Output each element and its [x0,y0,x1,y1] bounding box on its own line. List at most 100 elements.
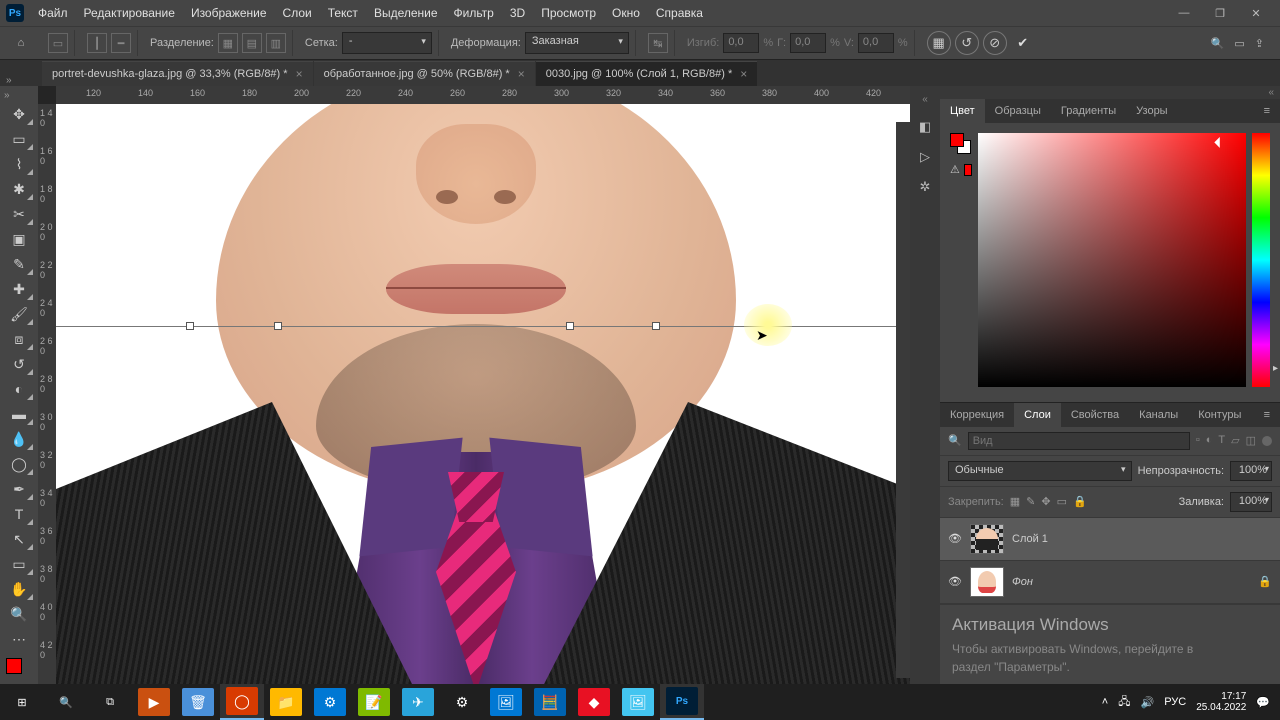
menu-select[interactable]: Выделение [366,2,446,24]
doc-tab-1[interactable]: portret-devushka-glaza.jpg @ 33,3% (RGB/… [42,61,313,86]
start-button[interactable]: ⊞ [0,684,44,720]
reset-icon[interactable]: ↺ [955,31,979,55]
visibility-icon[interactable]: 👁 [948,575,962,588]
notifications-icon[interactable]: 💬 [1256,696,1270,709]
split-h-icon[interactable]: ┃ [87,33,107,53]
lock-nest-icon[interactable]: ▭ [1057,495,1067,508]
arrange-icon[interactable]: ▭ [1234,37,1244,50]
home-icon[interactable]: ⌂ [6,30,36,56]
tab-properties[interactable]: Свойства [1061,403,1129,427]
layer-item[interactable]: 👁 Слой 1 [940,518,1280,561]
menu-image[interactable]: Изображение [183,2,275,24]
eyedropper-tool[interactable]: ✎ [4,252,34,276]
more-tools[interactable]: ⋯ [4,627,34,651]
stamp-tool[interactable]: ⧈ [4,327,34,351]
color-swatches[interactable] [6,658,32,684]
history-icon[interactable]: ◧ [919,119,931,135]
split-mode-1[interactable]: ▦ [218,33,238,53]
window-maximize[interactable]: ❐ [1202,2,1238,24]
zoom-tool[interactable]: 🔍 [4,602,34,626]
taskbar-app-photoshop[interactable]: Ps [660,684,704,720]
taskbar-app[interactable]: ◆ [572,684,616,720]
scrollbar-vertical[interactable] [896,122,910,678]
search-icon[interactable]: 🔍 [1211,37,1225,50]
taskbar-app[interactable]: ⚙ [440,684,484,720]
filter-toggle[interactable] [1262,436,1272,446]
menu-view[interactable]: Просмотр [533,2,604,24]
brush-settings-icon[interactable]: ✲ [920,179,931,195]
tab-swatches[interactable]: Образцы [985,99,1051,123]
path-tool[interactable]: ↖ [4,527,34,551]
lock-trans-icon[interactable]: ▦ [1010,495,1020,508]
share-icon[interactable]: ⇪ [1255,37,1264,50]
canvas[interactable]: ➤ [56,104,910,692]
doc-tab-3[interactable]: 0030.jpg @ 100% (Слой 1, RGB/8#) *× [536,61,758,86]
doc-tab-2[interactable]: обработанное.jpg @ 50% (RGB/8#) *× [314,61,535,86]
taskbar-app[interactable]: 📝 [352,684,396,720]
menu-help[interactable]: Справка [648,2,711,24]
filter-pixel-icon[interactable]: ▫ [1196,434,1200,447]
lock-pos-icon[interactable]: ✥ [1041,495,1050,508]
commit-transform-icon[interactable]: ✔ [1011,31,1035,55]
hdist-input[interactable]: 0,0 [790,33,826,53]
type-tool[interactable]: T [4,502,34,526]
grid-select[interactable]: - [342,32,432,54]
taskbar-app[interactable]: 🗑 [176,684,220,720]
close-icon[interactable]: × [296,67,303,81]
filter-type-icon[interactable]: T [1218,434,1225,447]
crop-tool[interactable]: ✂ [4,202,34,226]
tab-layers[interactable]: Слои [1014,403,1061,427]
dodge-tool[interactable]: ◯ [4,452,34,476]
taskbar-app[interactable]: 🖼 [484,684,528,720]
blend-mode-select[interactable]: Обычные [948,461,1132,481]
actions-icon[interactable]: ▷ [920,149,930,165]
filter-shape-icon[interactable]: ▱ [1231,434,1239,447]
gradient-tool[interactable]: ▬ [4,402,34,426]
tray-language[interactable]: РУС [1164,696,1186,708]
blur-tool[interactable]: 💧 [4,427,34,451]
taskbar-app[interactable]: 📁 [264,684,308,720]
filter-adjust-icon[interactable]: ◐ [1206,434,1213,447]
hue-slider[interactable] [1252,133,1270,387]
vdist-input[interactable]: 0,0 [858,33,894,53]
ruler-horizontal[interactable]: 120140 160180 200220 240260 280300 32034… [56,86,910,104]
menu-window[interactable]: Окно [604,2,648,24]
lasso-tool[interactable]: ⌇ [4,152,34,176]
warp-handle[interactable] [186,322,194,330]
window-minimize[interactable]: — [1166,2,1202,24]
wand-tool[interactable]: ✱ [4,177,34,201]
cancel-transform-icon[interactable]: ⊘ [983,31,1007,55]
bend-input[interactable]: 0,0 [723,33,759,53]
layer-filter-input[interactable] [968,432,1190,450]
warp-handle[interactable] [566,322,574,330]
eraser-tool[interactable]: ◐ [4,377,34,401]
frame-tool[interactable]: ▣ [4,227,34,251]
brush-tool[interactable]: 🖌 [4,302,34,326]
nearest-color-swatch[interactable] [964,164,972,176]
heal-tool[interactable]: ✚ [4,277,34,301]
lock-paint-icon[interactable]: ✎ [1026,495,1035,508]
taskbar-app[interactable]: 🖼 [616,684,660,720]
tray-clock[interactable]: 17:1725.04.2022 [1196,691,1246,714]
tab-channels[interactable]: Каналы [1129,403,1188,427]
pen-tool[interactable]: ✒ [4,477,34,501]
opacity-input[interactable]: 100% [1230,461,1272,481]
taskbar-search-icon[interactable]: 🔍 [44,684,88,720]
gamut-warn-icon[interactable]: ⚠ [950,163,960,176]
tab-adjustments[interactable]: Коррекция [940,403,1014,427]
tab-paths[interactable]: Контуры [1188,403,1251,427]
fill-input[interactable]: 100% [1230,492,1272,512]
menu-file[interactable]: Файл [30,2,76,24]
task-view-icon[interactable]: ⧉ [88,684,132,720]
warp-select[interactable]: Заказная [525,32,629,54]
window-close[interactable]: ✕ [1238,2,1274,24]
layer-item[interactable]: 👁 Фон 🔒 [940,561,1280,604]
hand-tool[interactable]: ✋ [4,577,34,601]
layer-thumbnail[interactable] [970,567,1004,597]
layer-name[interactable]: Слой 1 [1012,533,1272,545]
filter-smart-icon[interactable]: ◫ [1246,434,1256,447]
warp-handle[interactable] [274,322,282,330]
close-icon[interactable]: × [518,67,525,81]
split-mode-3[interactable]: ▥ [266,33,286,53]
search-icon[interactable]: 🔍 [948,434,962,447]
